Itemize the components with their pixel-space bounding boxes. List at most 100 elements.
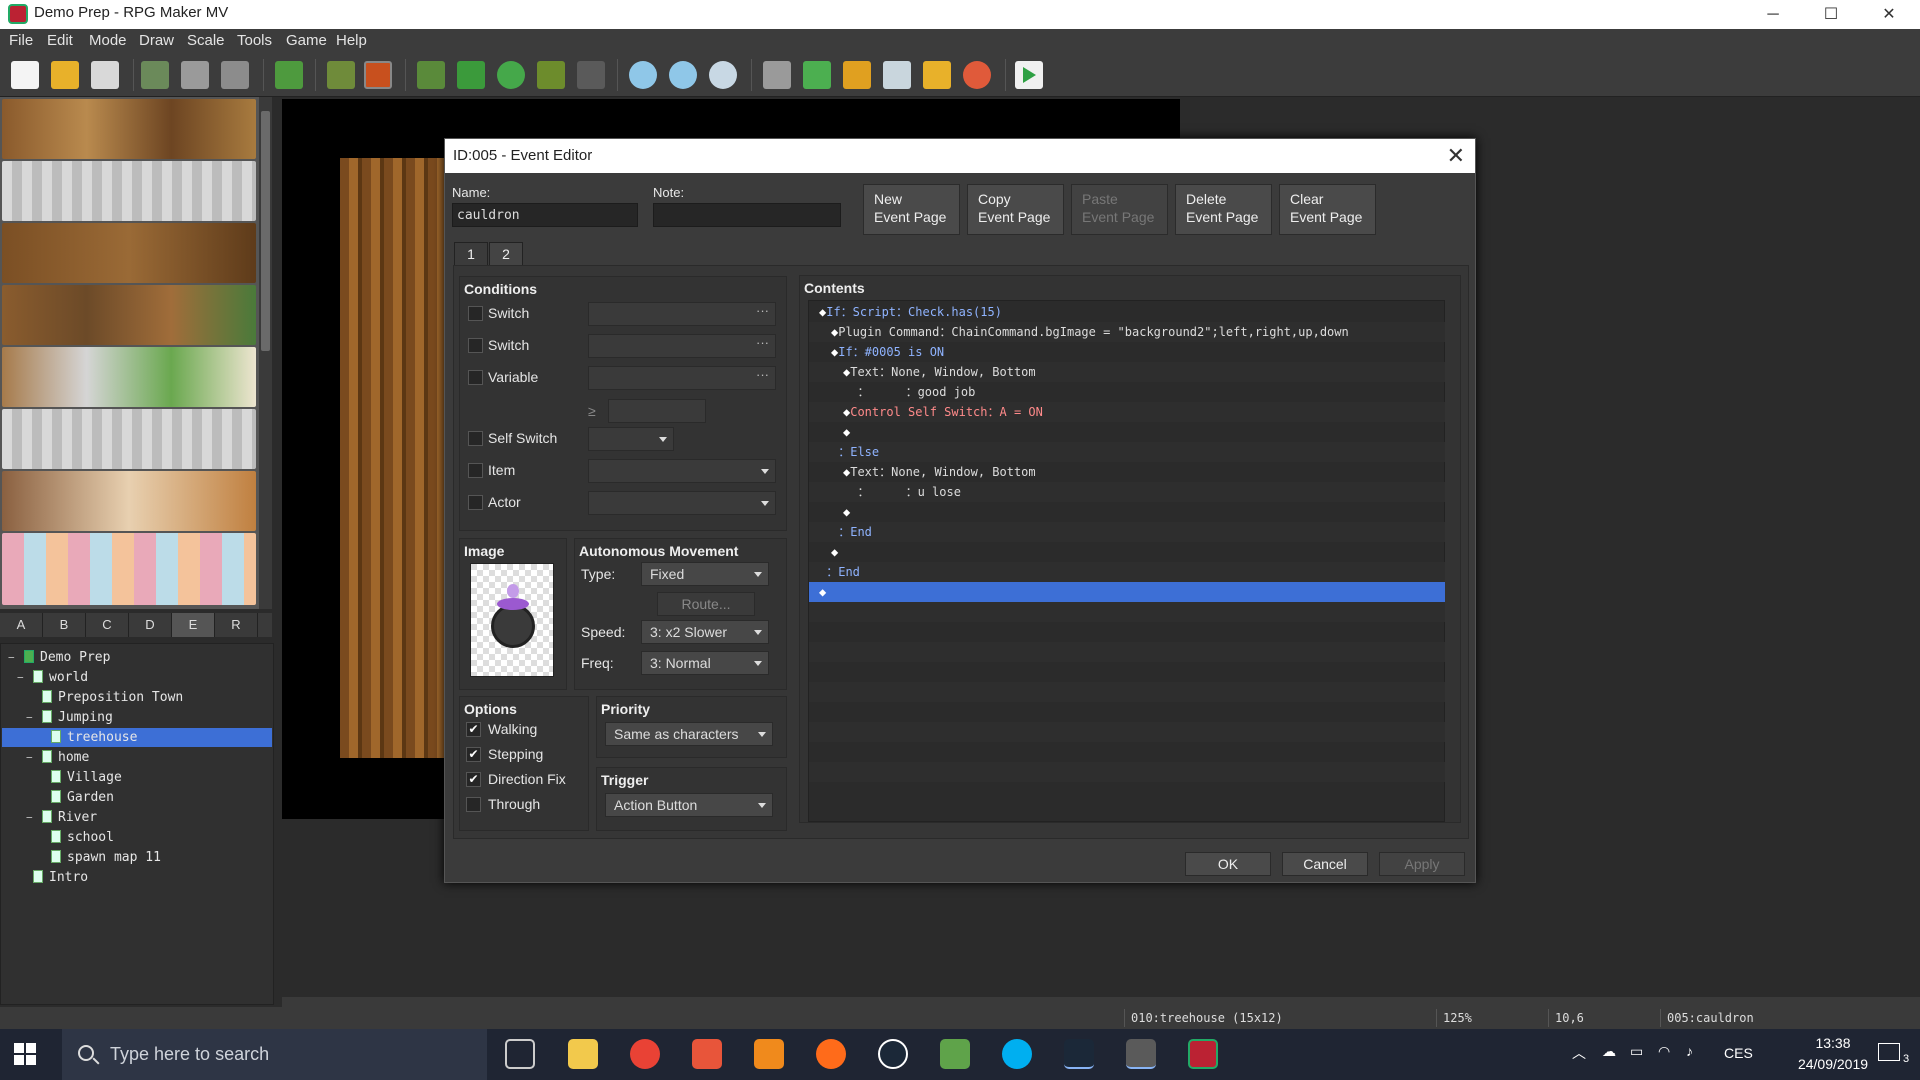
command-line[interactable]: ◆ (809, 422, 1445, 442)
map-tree-item[interactable]: Village (2, 768, 272, 787)
variable-value-spinner[interactable] (608, 399, 706, 423)
actor-select[interactable] (588, 491, 776, 515)
character-generator-icon[interactable] (963, 61, 991, 89)
priority-select[interactable]: Same as characters (605, 722, 773, 746)
command-line[interactable]: ◆If：Script：Check.has(15) (809, 302, 1445, 322)
wifi-icon[interactable]: ◠ (1658, 1043, 1670, 1060)
tab-tileset-c[interactable]: C (86, 613, 129, 637)
route-button[interactable]: Route... (657, 592, 755, 616)
ok-button[interactable]: OK (1185, 852, 1271, 876)
name-input[interactable] (452, 203, 638, 227)
map-tree-item[interactable]: Preposition Town (2, 688, 272, 707)
movement-type-select[interactable]: Fixed (641, 562, 769, 586)
tab-page-1[interactable]: 1 (454, 242, 488, 266)
app-icon-5[interactable] (1126, 1039, 1156, 1069)
through-checkbox[interactable] (466, 797, 481, 812)
command-line-empty[interactable] (809, 682, 1445, 702)
plugin-manager-icon[interactable] (803, 61, 831, 89)
tileset-palette[interactable] (0, 97, 272, 609)
apply-button[interactable]: Apply (1379, 852, 1465, 876)
tree-expander-icon[interactable]: − (26, 808, 33, 827)
actual-size-icon[interactable] (709, 61, 737, 89)
chevron-up-icon[interactable]: ︿ (1572, 1043, 1586, 1063)
menu-mode[interactable]: Mode (89, 32, 127, 49)
rpg-maker-taskbar-icon[interactable] (1188, 1039, 1218, 1069)
open-project-icon[interactable] (51, 61, 79, 89)
event-image-preview[interactable] (470, 563, 554, 677)
tab-tileset-b[interactable]: B (43, 613, 86, 637)
command-line-empty[interactable] (809, 622, 1445, 642)
item-select[interactable] (588, 459, 776, 483)
rectangle-icon[interactable] (457, 61, 485, 89)
switch1-checkbox[interactable] (468, 306, 483, 321)
map-tree-item[interactable]: − world (2, 668, 272, 687)
menu-file[interactable]: File (9, 32, 33, 49)
notification-icon[interactable] (1878, 1043, 1900, 1061)
command-line[interactable]: ：End (809, 522, 1445, 542)
map-tree-item[interactable]: Garden (2, 788, 272, 807)
new-event-page-button[interactable]: New Event Page (863, 184, 960, 235)
movement-speed-select[interactable]: 3: x2 Slower (641, 620, 769, 644)
map-tree-item[interactable]: spawn map 11 (2, 848, 272, 867)
clock-date[interactable]: 24/09/2019 (1788, 1056, 1878, 1072)
new-project-icon[interactable] (11, 61, 39, 89)
command-line-empty[interactable] (809, 762, 1445, 782)
variable-select[interactable]: ··· (588, 366, 776, 390)
menu-scale[interactable]: Scale (187, 32, 225, 49)
app-icon-4[interactable] (940, 1039, 970, 1069)
copy-event-page-button[interactable]: Copy Event Page (967, 184, 1064, 235)
steam-running-icon[interactable] (1064, 1039, 1094, 1069)
map-tree-item[interactable]: school (2, 828, 272, 847)
cancel-button[interactable]: Cancel (1282, 852, 1368, 876)
paste-icon[interactable] (221, 61, 249, 89)
menu-help[interactable]: Help (336, 32, 367, 49)
resource-manager-icon[interactable] (923, 61, 951, 89)
trigger-select[interactable]: Action Button (605, 793, 773, 817)
command-line[interactable]: ◆ (809, 502, 1445, 522)
variable-checkbox[interactable] (468, 370, 483, 385)
menu-tools[interactable]: Tools (237, 32, 272, 49)
command-line-empty[interactable] (809, 702, 1445, 722)
skype-icon[interactable] (1002, 1039, 1032, 1069)
command-line-empty[interactable] (809, 602, 1445, 622)
switch2-checkbox[interactable] (468, 338, 483, 353)
note-input[interactable] (653, 203, 841, 227)
command-line[interactable]: ： ：u lose (809, 482, 1445, 502)
event-mode-icon[interactable] (364, 61, 392, 89)
zoom-out-icon[interactable] (669, 61, 697, 89)
battery-icon[interactable]: ▭ (1630, 1043, 1643, 1060)
map-tree-item[interactable]: − Jumping (2, 708, 272, 727)
task-view-icon[interactable] (505, 1039, 535, 1069)
undo-icon[interactable] (275, 61, 303, 89)
command-line[interactable]: ： ：good job (809, 382, 1445, 402)
language-indicator[interactable]: CES (1724, 1045, 1753, 1061)
maximize-icon[interactable]: ☐ (1802, 0, 1860, 29)
command-line[interactable]: ◆Text：None, Window, Bottom (809, 462, 1445, 482)
movement-freq-select[interactable]: 3: Normal (641, 651, 769, 675)
app-icon-2[interactable] (692, 1039, 722, 1069)
direction-fix-checkbox[interactable]: ✔ (466, 772, 481, 787)
event-searcher-icon[interactable] (883, 61, 911, 89)
windows-start-icon[interactable] (14, 1043, 36, 1065)
command-line[interactable]: ◆If：#0005 is ON (809, 342, 1445, 362)
self-switch-checkbox[interactable] (468, 431, 483, 446)
command-line[interactable]: ◆Text：None, Window, Bottom (809, 362, 1445, 382)
tab-tileset-e[interactable]: E (172, 613, 215, 637)
taskbar-search-box[interactable]: Type here to search (62, 1029, 487, 1080)
self-switch-select[interactable] (588, 427, 674, 451)
copy-icon[interactable] (181, 61, 209, 89)
stepping-checkbox[interactable]: ✔ (466, 747, 481, 762)
clear-event-page-button[interactable]: Clear Event Page (1279, 184, 1376, 235)
clock-time[interactable]: 13:38 (1788, 1035, 1878, 1051)
tab-tileset-d[interactable]: D (129, 613, 172, 637)
actor-checkbox[interactable] (468, 495, 483, 510)
command-line-empty[interactable] (809, 722, 1445, 742)
pencil-icon[interactable] (417, 61, 445, 89)
switch1-select[interactable]: ··· (588, 302, 776, 326)
sound-test-icon[interactable] (843, 61, 871, 89)
shadow-pen-icon[interactable] (577, 61, 605, 89)
tab-tileset-a[interactable]: A (0, 613, 43, 637)
tree-expander-icon[interactable]: − (26, 708, 33, 727)
contents-command-list[interactable]: ◆If：Script：Check.has(15) ◆Plugin Command：… (808, 300, 1445, 822)
tab-tileset-r[interactable]: R (215, 613, 258, 637)
